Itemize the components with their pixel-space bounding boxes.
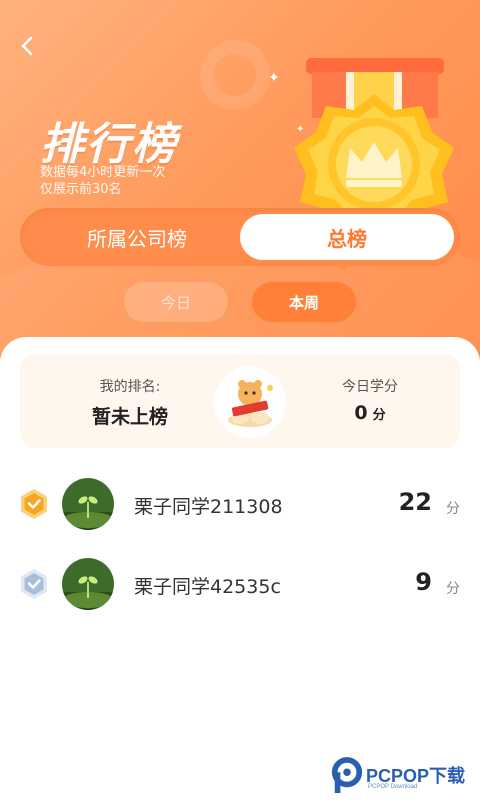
watermark: PCPOP下载 PCPOP Download	[330, 754, 480, 798]
user-score: 9	[415, 568, 432, 596]
score-unit: 分	[446, 581, 460, 597]
score-unit: 分	[446, 501, 460, 517]
watermark-sub: PCPOP Download	[368, 784, 418, 790]
avatar	[62, 478, 114, 530]
my-rank-value: 暂未上榜	[91, 406, 168, 428]
tab-overall[interactable]: 总榜	[240, 214, 454, 260]
page-title: 排行榜	[40, 119, 178, 170]
tab-company[interactable]: 所属公司榜	[30, 214, 244, 260]
sprout-avatar-icon	[62, 478, 114, 530]
user-name: 栗子同学42535c	[134, 576, 281, 598]
ranking-type-switch: 所属公司榜 总榜	[20, 208, 460, 266]
subtitle-line-2: 仅展示前30名	[40, 182, 122, 197]
today-credit-label: 今日学分	[342, 379, 398, 395]
today-credit-number: 0	[354, 402, 368, 424]
silver-rank-badge-icon	[21, 569, 47, 599]
list-item[interactable]: 栗子同学211308 22 分	[0, 464, 480, 544]
chevron-left-icon	[21, 36, 33, 56]
sprout-avatar-icon	[62, 558, 114, 610]
subtitle-line-1: 数据每4小时更新一次	[40, 165, 166, 180]
today-credit-unit: 分	[372, 408, 386, 423]
decor-circle	[200, 40, 270, 110]
list-item[interactable]: 栗子同学42535c 9 分	[0, 544, 480, 624]
my-rank-card: 我的排名: 暂未上榜 今日学分 0 分	[20, 354, 460, 448]
avatar	[62, 558, 114, 610]
pcpop-logo-icon	[331, 757, 363, 793]
user-score: 22	[398, 488, 432, 516]
my-rank-label: 我的排名:	[99, 379, 161, 395]
crown-medal-icon	[294, 58, 454, 230]
period-week[interactable]: 本周	[252, 282, 356, 322]
user-name: 栗子同学211308	[134, 496, 283, 518]
period-today[interactable]: 今日	[124, 282, 228, 322]
avatar	[214, 366, 286, 438]
sparkle-icon: ✦	[268, 70, 280, 86]
page-subtitle: 数据每4小时更新一次 仅展示前30名	[40, 164, 165, 198]
gold-rank-badge-icon	[21, 489, 47, 519]
back-button[interactable]	[14, 32, 42, 60]
today-credit-value: 0 分	[280, 402, 460, 424]
mascot-avatar-icon	[214, 366, 286, 438]
tab-pointer	[335, 262, 351, 271]
